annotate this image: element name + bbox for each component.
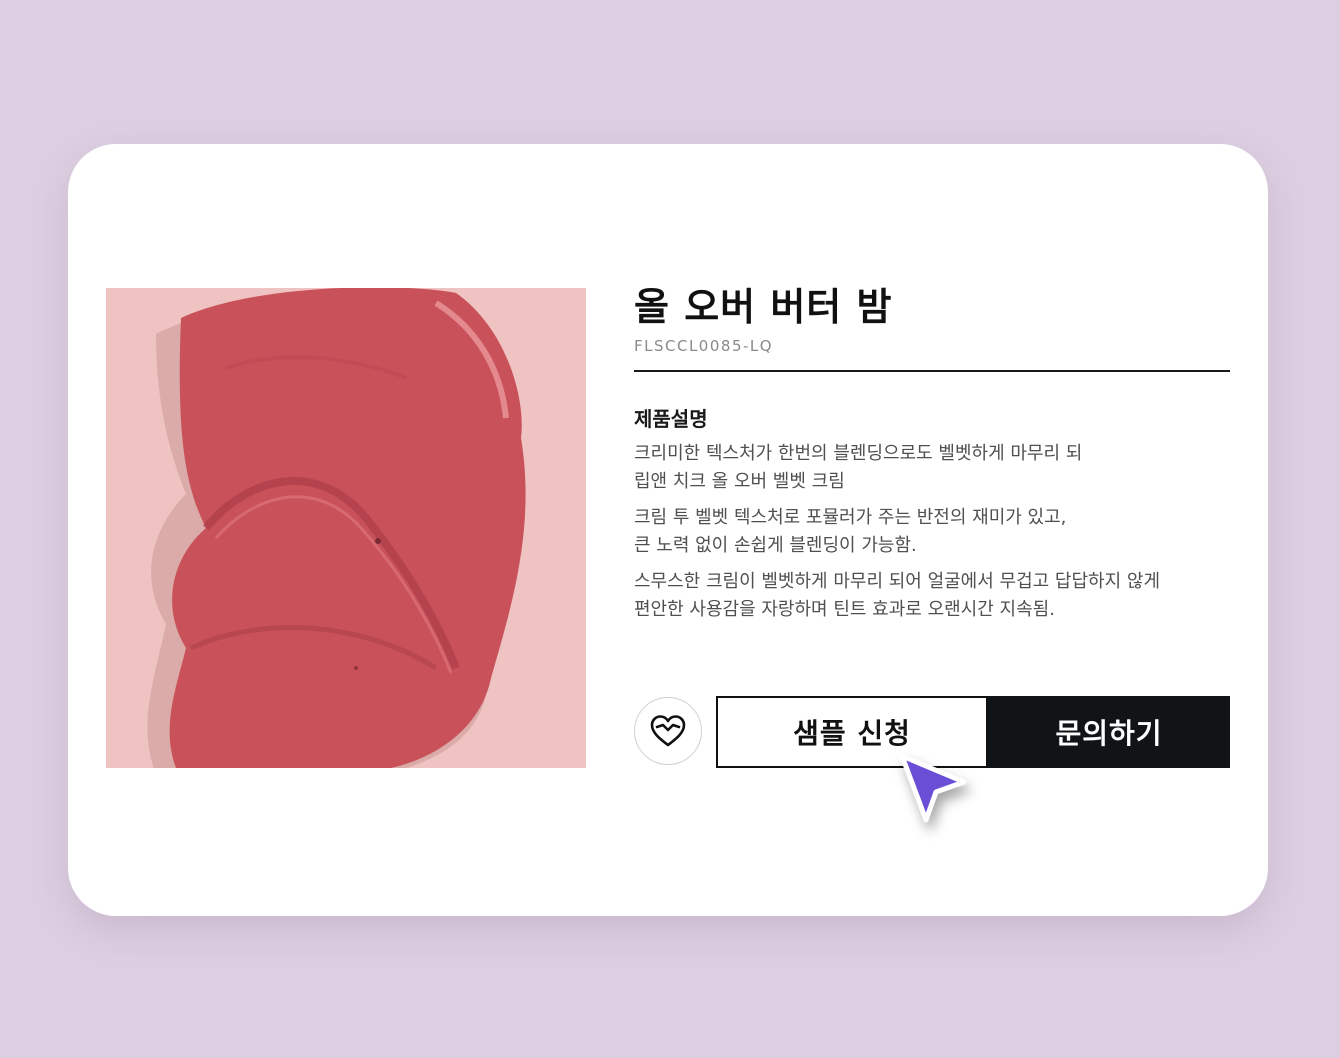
product-info: 올 오버 버터 밤 FLSCCL0085-LQ 제품설명 크리미한 텍스처가 한… bbox=[634, 282, 1230, 632]
wishlist-button[interactable] bbox=[634, 697, 702, 765]
mouse-cursor-icon bbox=[899, 753, 967, 823]
product-image bbox=[106, 288, 586, 768]
description-text: 크리미한 텍스처가 한번의 블렌딩으로도 벨벳하게 마무리 되 립앤 치크 올 … bbox=[634, 440, 1230, 624]
heart-icon bbox=[650, 715, 686, 747]
divider bbox=[634, 370, 1230, 372]
product-title: 올 오버 버터 밤 bbox=[634, 285, 893, 329]
description-paragraph: 크리미한 텍스처가 한번의 블렌딩으로도 벨벳하게 마무리 되 립앤 치크 올 … bbox=[634, 443, 1083, 492]
product-sku: FLSCCL0085-LQ bbox=[634, 337, 774, 355]
description-paragraph: 스무스한 크림이 벨벳하게 마무리 되어 얼굴에서 무겁고 답답하지 않게 편안… bbox=[634, 571, 1161, 620]
product-card: 올 오버 버터 밤 FLSCCL0085-LQ 제품설명 크리미한 텍스처가 한… bbox=[68, 144, 1268, 916]
inquiry-button[interactable]: 문의하기 bbox=[988, 696, 1230, 768]
description-heading: 제품설명 bbox=[634, 407, 708, 431]
description-paragraph: 크림 투 벨벳 텍스처로 포뮬러가 주는 반전의 재미가 있고, 큰 노력 없이… bbox=[634, 507, 1067, 556]
